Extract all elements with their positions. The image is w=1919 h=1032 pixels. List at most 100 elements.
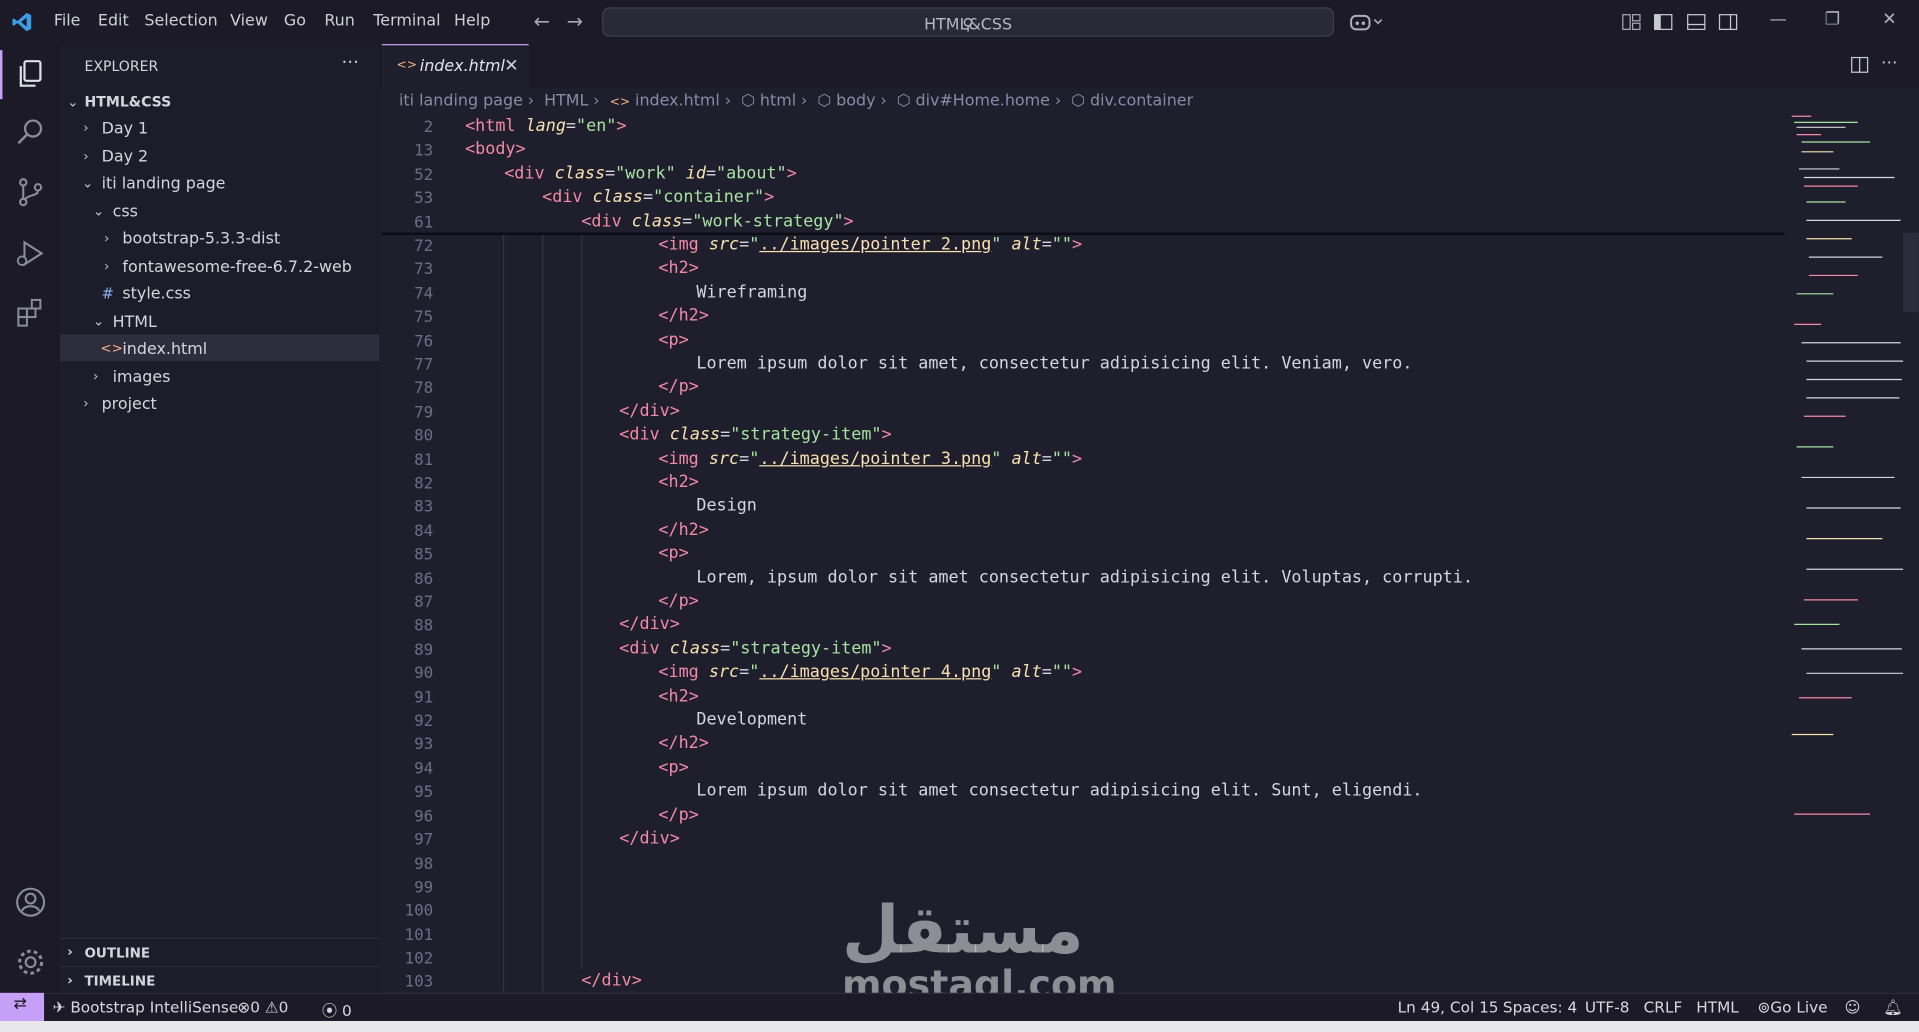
code-token-txt: = (605, 164, 616, 184)
code-token-tag: </div> (619, 401, 680, 422)
error-icon: ⊗ (237, 997, 251, 1017)
code-line: </p> (658, 377, 698, 397)
code-line: Lorem ipsum dolor sit amet consectetur a… (696, 781, 1422, 801)
code-token-attr: alt (1011, 449, 1042, 469)
code-line: </h2> (658, 306, 708, 326)
remote-icon: ⇄ (13, 995, 27, 1014)
code-line: </div> (619, 829, 680, 849)
code-token-txt: Wireframing (696, 282, 808, 303)
line-number: 77 (414, 356, 434, 375)
line-number: 103 (404, 973, 434, 992)
code-token-tag: > (616, 116, 627, 136)
error-count: 0 (250, 997, 260, 1017)
line-number: 95 (414, 783, 434, 802)
encoding-status[interactable]: UTF-8 (1585, 998, 1630, 1016)
code-token-tag: <h2> (658, 258, 699, 278)
code-token-txt: = (720, 639, 731, 659)
line-number: 2 (423, 118, 434, 138)
code-token-str: " (991, 449, 1012, 469)
vscode-window: File Edit Selection View Go Run Terminal… (0, 0, 1919, 1032)
indentation-status[interactable]: Spaces: 4 (1503, 998, 1577, 1016)
code-token-tag: <img (658, 235, 709, 255)
code-token-tag: > (881, 424, 892, 445)
code-token-attr: class (554, 164, 606, 184)
code-token-tag: <div (619, 424, 670, 445)
notifications-bell-icon[interactable]: 🔔︎ (1884, 998, 1903, 1018)
code-token-txt: Development (696, 710, 808, 730)
language-mode[interactable]: HTML (1696, 998, 1739, 1016)
watermark-arabic: مستقل (842, 891, 1084, 969)
code-line: <div class="work" id="about"> (504, 164, 797, 184)
line-number: 78 (414, 379, 434, 398)
code-token-txt: = (682, 211, 693, 232)
code-token-str: "container" (653, 187, 765, 207)
code-editor[interactable]: 2 <html lang="en"> 13 <body> 52 <div class="w… (0, 0, 1919, 1032)
line-number: 84 (414, 522, 434, 542)
code-line: </div> (619, 402, 680, 422)
code-line: <h2> (658, 258, 698, 278)
line-number: 53 (414, 189, 434, 209)
line-number: 72 (414, 237, 434, 256)
code-token-tag: </h2> (658, 520, 709, 540)
warning-icon: ⚠ (264, 997, 279, 1017)
code-token-link[interactable]: ../images/pointer 4.png (759, 662, 991, 682)
line-number: 93 (414, 735, 434, 755)
minimap[interactable] (1784, 110, 1919, 991)
code-token-str: " (991, 235, 1012, 255)
line-number: 91 (414, 689, 434, 708)
line-number: 101 (404, 926, 434, 946)
code-token-tag: <div (581, 211, 632, 232)
problems-status[interactable]: ⊗0 ⚠0 (237, 998, 288, 1016)
code-line: </h2> (658, 733, 708, 753)
ports-status[interactable]: ⦿ 0 (322, 998, 352, 1021)
code-token-attr: alt (1011, 662, 1042, 682)
code-token-str: "strategy-item" (730, 424, 882, 445)
line-number: 52 (414, 166, 434, 185)
line-number: 88 (414, 616, 434, 636)
code-token-attr: id (685, 164, 706, 184)
line-number: 73 (414, 260, 434, 280)
code-token-str: "" (1051, 449, 1073, 469)
code-token-str: "about" (716, 164, 787, 184)
line-number: 94 (414, 760, 434, 779)
code-token-txt: = (739, 235, 750, 255)
code-token-tag: > (786, 164, 797, 184)
go-live-label: Go Live (1770, 997, 1828, 1017)
indent-guide (503, 235, 505, 992)
code-token-tag: <h2> (658, 472, 699, 493)
ports-count: 0 (342, 1001, 352, 1020)
code-line: Design (696, 496, 757, 516)
code-token-tag: <p> (658, 543, 689, 564)
code-line: </p> (658, 806, 698, 826)
copilot-status-icon[interactable]: ☺ (1844, 998, 1860, 1016)
code-token-str: "" (1051, 662, 1073, 682)
code-token-link[interactable]: ../images/pointer 3.png (759, 449, 991, 469)
code-token-tag: <div (542, 187, 593, 207)
taskbar-strip (0, 1020, 1919, 1032)
code-token-tag: </div> (581, 970, 642, 991)
code-token-str: " (991, 662, 1012, 682)
line-number: 13 (414, 142, 434, 161)
eol-status[interactable]: CRLF (1644, 998, 1683, 1016)
line-number: 100 (404, 902, 434, 921)
bootstrap-intellisense-status[interactable]: ✈ Bootstrap IntelliSense (53, 998, 239, 1016)
code-token-link[interactable]: ../images/pointer 2.png (759, 235, 991, 255)
cursor-position[interactable]: Ln 49, Col 15 (1398, 998, 1499, 1016)
code-token-txt: Design (696, 495, 757, 516)
broadcast-icon: ⦿ (321, 1001, 343, 1020)
scrollbar-thumb[interactable] (1903, 232, 1919, 313)
code-line: <img src="../images/pointer 3.png" alt="… (658, 449, 1082, 469)
line-number: 79 (414, 403, 434, 423)
line-number: 80 (414, 427, 434, 446)
code-token-attr: lang (525, 116, 566, 136)
remote-indicator[interactable]: ⇄ (0, 992, 45, 1021)
code-token-txt: = (739, 449, 750, 469)
code-token-str: "strategy-item" (730, 639, 882, 659)
code-token-tag: <h2> (658, 686, 699, 707)
code-token-tag: > (1072, 662, 1083, 682)
code-token-txt: Lorem, ipsum dolor sit amet consectetur … (696, 568, 1473, 588)
code-line: </div> (619, 615, 680, 635)
code-token-tag: </div> (619, 614, 680, 635)
go-live-button[interactable]: ⊚Go Live (1757, 998, 1827, 1016)
code-token-txt: = (720, 424, 731, 445)
